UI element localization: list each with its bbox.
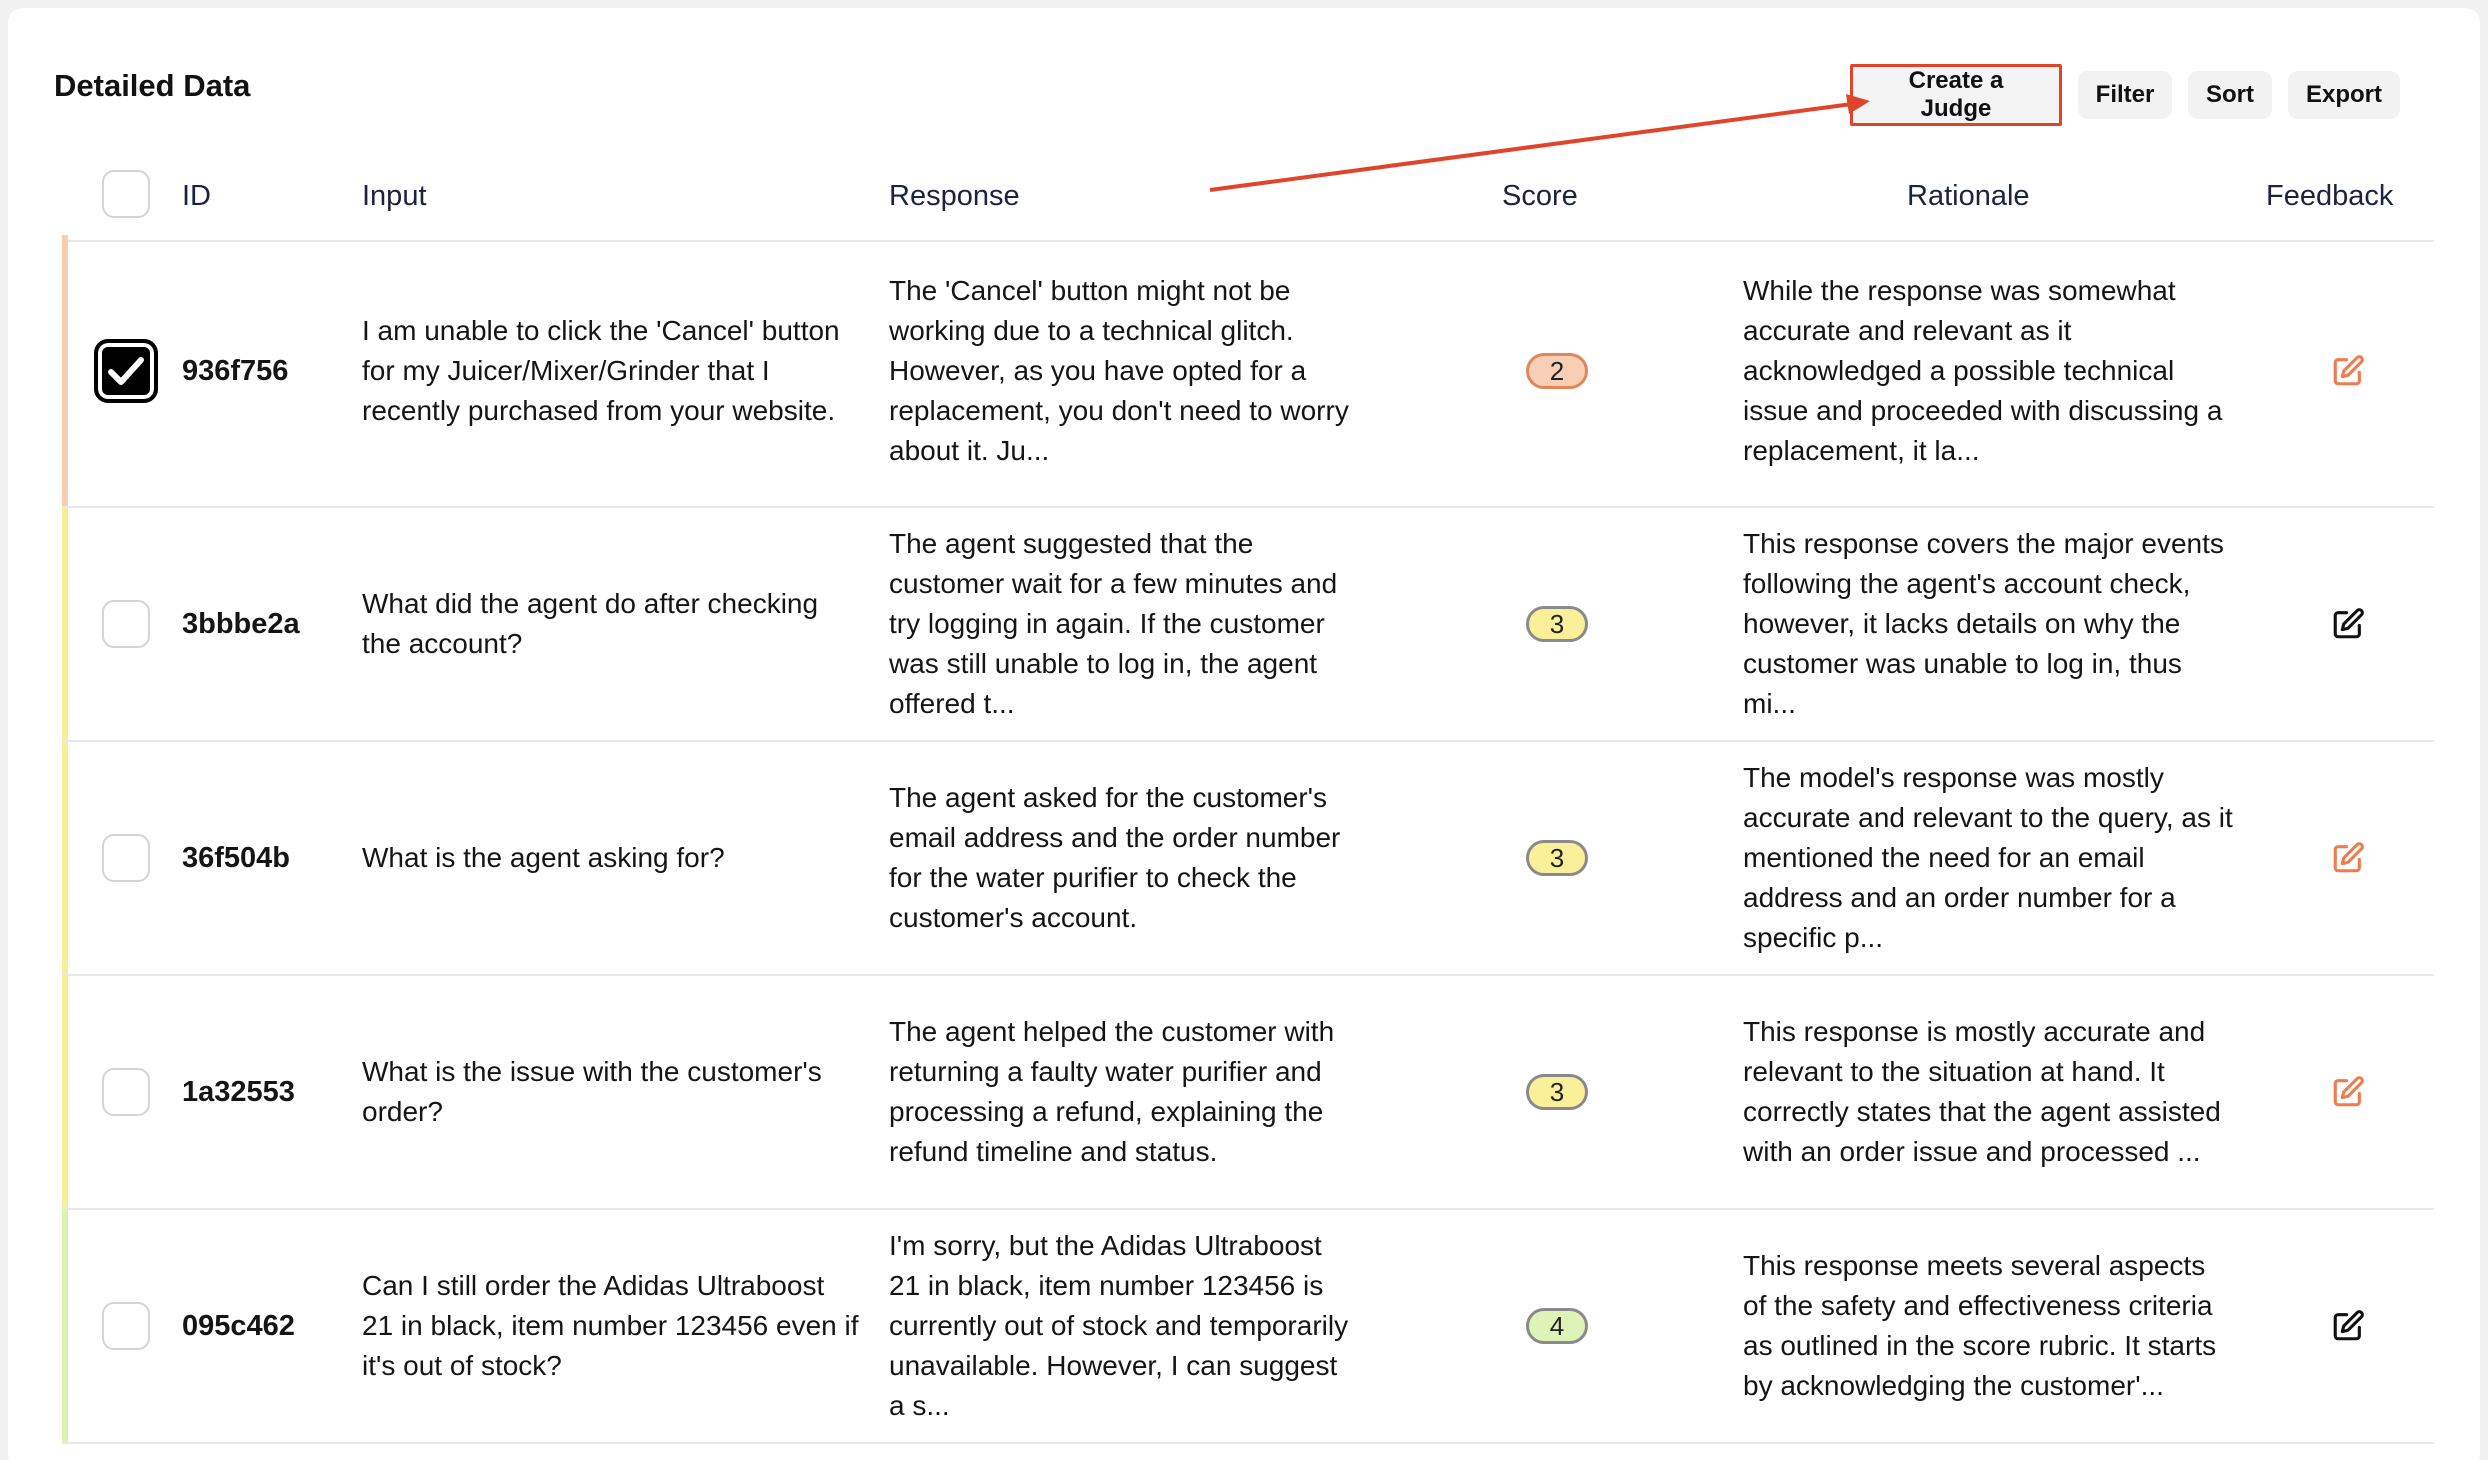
row-id: 1a32553	[182, 976, 352, 1208]
column-header-score[interactable]: Score	[1502, 160, 1578, 232]
row-checkbox[interactable]	[102, 1302, 150, 1350]
row-response-text: The 'Cancel' button might not be working…	[889, 274, 1349, 466]
table-row[interactable]: 36f504b What is the agent asking for? The …	[62, 742, 2434, 976]
row-checkbox-cell	[62, 508, 182, 740]
row-score-cell: 3	[1462, 976, 1652, 1208]
row-input: Can I still order the Adidas Ultraboost …	[362, 1210, 862, 1442]
filter-button[interactable]: Filter	[2078, 71, 2172, 119]
row-id: 3bbbe2a	[182, 508, 352, 740]
row-response: The agent suggested that the customer wa…	[889, 508, 1359, 740]
edit-feedback-icon[interactable]	[2331, 841, 2365, 875]
score-badge: 3	[1526, 840, 1588, 876]
row-input: What did the agent do after checking the…	[362, 508, 862, 740]
row-checkbox[interactable]	[102, 834, 150, 882]
row-checkbox-cell	[62, 235, 182, 506]
row-rationale-text: This response meets several aspects of t…	[1743, 1250, 2217, 1401]
row-response-text: I'm sorry, but the Adidas Ultraboost 21 …	[889, 1230, 1349, 1421]
row-input-text: I am unable to click the 'Cancel' button…	[362, 314, 840, 426]
row-checkbox[interactable]	[102, 1068, 150, 1116]
score-badge: 4	[1526, 1308, 1588, 1344]
select-all-checkbox[interactable]	[102, 170, 150, 218]
row-id-text: 1a32553	[182, 1076, 295, 1108]
score-badge: 2	[1526, 352, 1588, 389]
table-row[interactable]: 936f756 I am unable to click the 'Cancel'…	[62, 235, 2434, 508]
row-feedback-cell	[2262, 235, 2434, 506]
row-rationale-text: While the response was somewhat accurate…	[1743, 274, 2223, 466]
row-response: The 'Cancel' button might not be working…	[889, 235, 1359, 506]
table-row[interactable]: 3bbbe2a What did the agent do after check…	[62, 508, 2434, 742]
row-id-text: 095c462	[182, 1310, 295, 1342]
export-button[interactable]: Export	[2288, 71, 2400, 119]
row-checkbox-cell	[62, 1210, 182, 1442]
row-rationale: This response meets several aspects of t…	[1743, 1210, 2233, 1442]
row-id-text: 36f504b	[182, 842, 291, 874]
row-score-cell: 4	[1462, 1210, 1652, 1442]
table-row[interactable]: 095c462 Can I still order the Adidas Ultr…	[62, 1210, 2434, 1444]
row-id: 36f504b	[182, 742, 352, 974]
edit-feedback-icon[interactable]	[2331, 354, 2365, 388]
column-header-rationale[interactable]: Rationale	[1907, 160, 2030, 232]
row-response: The agent helped the customer with retur…	[889, 976, 1359, 1208]
row-rationale: This response covers the major events fo…	[1743, 508, 2233, 740]
row-input-text: Can I still order the Adidas Ultraboost …	[362, 1270, 859, 1381]
column-header-response[interactable]: Response	[889, 160, 1020, 232]
table-row[interactable]: 1a32553 What is the issue with the custom…	[62, 976, 2434, 1210]
row-rationale-text: This response covers the major events fo…	[1743, 528, 2224, 719]
row-rationale-text: This response is mostly accurate and rel…	[1743, 1016, 2221, 1167]
row-response-text: The agent suggested that the customer wa…	[889, 528, 1338, 719]
row-input-text: What is the issue with the customer's or…	[362, 1056, 822, 1127]
checkmark-icon	[108, 356, 144, 385]
row-feedback-cell	[2262, 742, 2434, 974]
row-feedback-cell	[2262, 508, 2434, 740]
row-rationale-text: The model's response was mostly accurate…	[1743, 762, 2233, 953]
row-input: What is the agent asking for?	[362, 742, 862, 974]
edit-feedback-icon[interactable]	[2331, 607, 2365, 641]
row-score-cell: 3	[1462, 508, 1652, 740]
row-checkbox[interactable]	[102, 600, 150, 648]
score-badge: 3	[1526, 606, 1588, 642]
edit-feedback-icon[interactable]	[2331, 1075, 2365, 1109]
row-checkbox-cell	[62, 742, 182, 974]
table-header: ID Input Response Score Rationale Feedba…	[62, 160, 2434, 242]
row-response-text: The agent helped the customer with retur…	[889, 1016, 1335, 1167]
row-response-text: The agent asked for the customer's email…	[889, 782, 1341, 933]
row-rationale: This response is mostly accurate and rel…	[1743, 976, 2233, 1208]
row-rationale: The model's response was mostly accurate…	[1743, 742, 2233, 974]
score-badge: 3	[1526, 1074, 1588, 1110]
edit-feedback-icon[interactable]	[2331, 1309, 2365, 1343]
detailed-data-card: Detailed Data Create a Judge Filter Sort…	[8, 8, 2480, 1460]
row-checkbox[interactable]	[94, 338, 158, 403]
column-header-feedback[interactable]: Feedback	[2266, 160, 2393, 232]
row-input: I am unable to click the 'Cancel' button…	[362, 235, 862, 506]
row-checkbox-cell	[62, 976, 182, 1208]
row-id-text: 936f756	[182, 354, 289, 387]
create-judge-button[interactable]: Create a Judge	[1850, 64, 2062, 126]
row-input: What is the issue with the customer's or…	[362, 976, 862, 1208]
row-feedback-cell	[2262, 976, 2434, 1208]
row-response: The agent asked for the customer's email…	[889, 742, 1359, 974]
row-id: 095c462	[182, 1210, 352, 1442]
row-id-text: 3bbbe2a	[182, 608, 300, 640]
row-input-text: What is the agent asking for?	[362, 842, 725, 873]
row-input-text: What did the agent do after checking the…	[362, 588, 819, 659]
row-id: 936f756	[182, 235, 352, 506]
row-feedback-cell	[2262, 1210, 2434, 1442]
column-header-input[interactable]: Input	[362, 160, 427, 232]
sort-button[interactable]: Sort	[2188, 71, 2272, 119]
row-score-cell: 2	[1462, 235, 1652, 506]
toolbar: Create a Judge Filter Sort Export	[1850, 64, 2400, 126]
row-rationale: While the response was somewhat accurate…	[1743, 235, 2233, 506]
column-header-id[interactable]: ID	[182, 160, 211, 232]
row-response: I'm sorry, but the Adidas Ultraboost 21 …	[889, 1210, 1359, 1442]
page-title: Detailed Data	[54, 68, 251, 103]
row-score-cell: 3	[1462, 742, 1652, 974]
